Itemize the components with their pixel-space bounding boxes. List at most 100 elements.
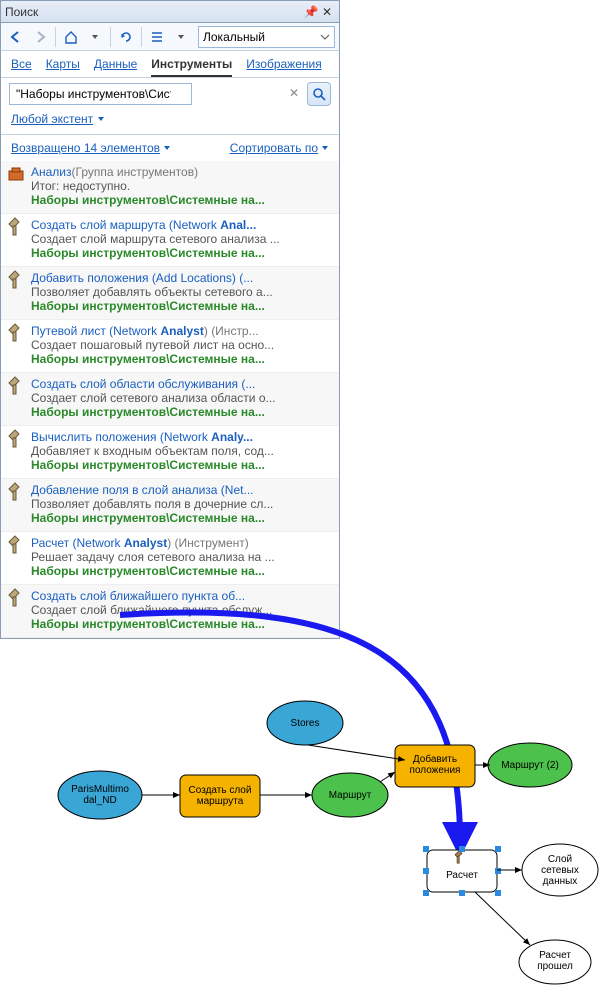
result-path: Наборы инструментов\Системные на... (31, 511, 331, 525)
separator (141, 27, 142, 47)
result-description: Создает пошаговый путевой лист на осно..… (31, 338, 331, 352)
tab-all[interactable]: Все (11, 57, 32, 77)
clear-search-icon[interactable]: ✕ (289, 86, 299, 100)
list-dropdown[interactable] (170, 26, 192, 48)
window-title: Поиск (5, 5, 303, 19)
sort-by[interactable]: Сортировать по (230, 141, 329, 155)
edge (380, 772, 395, 782)
result-title[interactable]: Добавить положения (Add Locations) (... (31, 271, 331, 285)
tab-data[interactable]: Данные (94, 57, 137, 77)
location-selector[interactable]: Локальный (198, 26, 335, 48)
node-stores[interactable] (267, 701, 343, 745)
result-description: Решает задачу слоя сетевого анализа на .… (31, 550, 331, 564)
selection-handles (423, 846, 501, 896)
result-title[interactable]: Создать слой маршрута (Network Anal... (31, 218, 331, 232)
result-item[interactable]: Создать слой ближайшего пункта об...Созд… (1, 585, 339, 638)
result-item[interactable]: Создать слой маршрута (Network Anal...Со… (1, 214, 339, 267)
node-paris-label: ParisMultimodal_ND (71, 784, 129, 806)
result-description: Итог: недоступно. (31, 179, 331, 193)
node-route-2-label: Маршрут (2) (501, 760, 559, 771)
drag-arrow (120, 613, 460, 840)
navigation-toolbar: Локальный (1, 23, 339, 51)
separator (55, 27, 56, 47)
refresh-button[interactable] (115, 26, 137, 48)
separator (110, 27, 111, 47)
node-route[interactable] (312, 773, 388, 817)
result-title[interactable]: Вычислить положения (Network Analy... (31, 430, 331, 444)
result-item[interactable]: Добавление поля в слой анализа (Net...По… (1, 479, 339, 532)
node-calc-label: Расчет (446, 870, 478, 881)
node-add-locations[interactable] (395, 745, 475, 787)
autohide-icon[interactable]: 📌 (303, 4, 319, 20)
search-button[interactable] (307, 82, 331, 106)
result-path: Наборы инструментов\Системные на... (31, 246, 331, 260)
result-title[interactable]: Создать слой ближайшего пункта об... (31, 589, 331, 603)
back-button[interactable] (5, 26, 27, 48)
result-description: Создает слой маршрута сетевого анализа .… (31, 232, 331, 246)
hammer-icon (7, 483, 25, 501)
node-route-2[interactable] (488, 743, 572, 787)
result-item[interactable]: Анализ(Группа инструментов)Итог: недосту… (1, 161, 339, 214)
chevron-down-icon (163, 144, 171, 152)
hammer-icon (455, 851, 462, 864)
home-button[interactable] (60, 26, 82, 48)
node-add-locations-label: Добавитьположения (410, 753, 461, 776)
node-stores-label: Stores (291, 718, 320, 729)
chevron-down-icon (321, 144, 329, 152)
search-panel: Поиск 📌 ✕ Локальный Вс (0, 0, 340, 639)
hammer-icon (7, 377, 25, 395)
edge (475, 892, 530, 945)
list-button[interactable] (146, 26, 168, 48)
result-description: Позволяет добавлять объекты сетевого а..… (31, 285, 331, 299)
node-net-layer-label: Слойсетевыхданных (541, 854, 579, 887)
result-description: Создает слой ближайшего пункта обслуж... (31, 603, 331, 617)
toolbox-icon (7, 165, 25, 183)
titlebar: Поиск 📌 ✕ (1, 1, 339, 23)
location-value: Локальный (203, 30, 265, 44)
node-create-route-label: Создать слоймаршрута (189, 785, 252, 807)
result-title[interactable]: Анализ(Группа инструментов) (31, 165, 331, 179)
node-net-layer[interactable] (522, 844, 598, 896)
result-path: Наборы инструментов\Системные на... (31, 352, 331, 366)
search-row: ✕ (1, 78, 339, 110)
results-meta: Возвращено 14 элементов Сортировать по (1, 135, 339, 161)
forward-button[interactable] (29, 26, 51, 48)
extent-label: Любой экстент (11, 112, 93, 126)
result-item[interactable]: Путевой лист (Network Analyst) (Инстр...… (1, 320, 339, 373)
search-input[interactable] (9, 83, 192, 105)
result-path: Наборы инструментов\Системные на... (31, 458, 331, 472)
hammer-icon (7, 271, 25, 289)
result-path: Наборы инструментов\Системные на... (31, 299, 331, 313)
result-description: Добавляет к входным объектам поля, сод..… (31, 444, 331, 458)
result-path: Наборы инструментов\Системные на... (31, 405, 331, 419)
node-paris[interactable] (58, 771, 142, 819)
chevron-down-icon (97, 115, 105, 123)
result-title[interactable]: Добавление поля в слой анализа (Net... (31, 483, 331, 497)
result-item[interactable]: Создать слой области обслуживания (...Со… (1, 373, 339, 426)
tab-images[interactable]: Изображения (246, 57, 321, 77)
node-calc[interactable] (427, 850, 497, 892)
results-count[interactable]: Возвращено 14 элементов (11, 141, 171, 155)
hammer-icon (7, 589, 25, 607)
tab-maps[interactable]: Карты (46, 57, 80, 77)
result-description: Создает слой сетевого анализа области о.… (31, 391, 331, 405)
result-item[interactable]: Добавить положения (Add Locations) (...П… (1, 267, 339, 320)
result-title[interactable]: Путевой лист (Network Analyst) (Инстр... (31, 324, 331, 338)
result-item[interactable]: Расчет (Network Analyst) (Инструмент)Реш… (1, 532, 339, 585)
result-title[interactable]: Создать слой области обслуживания (... (31, 377, 331, 391)
result-title[interactable]: Расчет (Network Analyst) (Инструмент) (31, 536, 331, 550)
result-path: Наборы инструментов\Системные на... (31, 193, 331, 207)
hammer-icon (7, 218, 25, 236)
hammer-icon (7, 536, 25, 554)
tab-tools[interactable]: Инструменты (151, 57, 232, 77)
result-item[interactable]: Вычислить положения (Network Analy...Доб… (1, 426, 339, 479)
close-icon[interactable]: ✕ (319, 4, 335, 20)
node-route-label: Маршрут (329, 790, 372, 801)
home-dropdown[interactable] (84, 26, 106, 48)
node-calc-passed[interactable] (519, 940, 591, 984)
edge (308, 745, 405, 760)
node-create-route[interactable] (180, 775, 260, 817)
results-list: ▴ ▾ Анализ(Группа инструментов)Итог: нед… (1, 161, 339, 638)
extent-dropdown[interactable]: Любой экстент (1, 110, 339, 132)
result-path: Наборы инструментов\Системные на... (31, 617, 331, 631)
